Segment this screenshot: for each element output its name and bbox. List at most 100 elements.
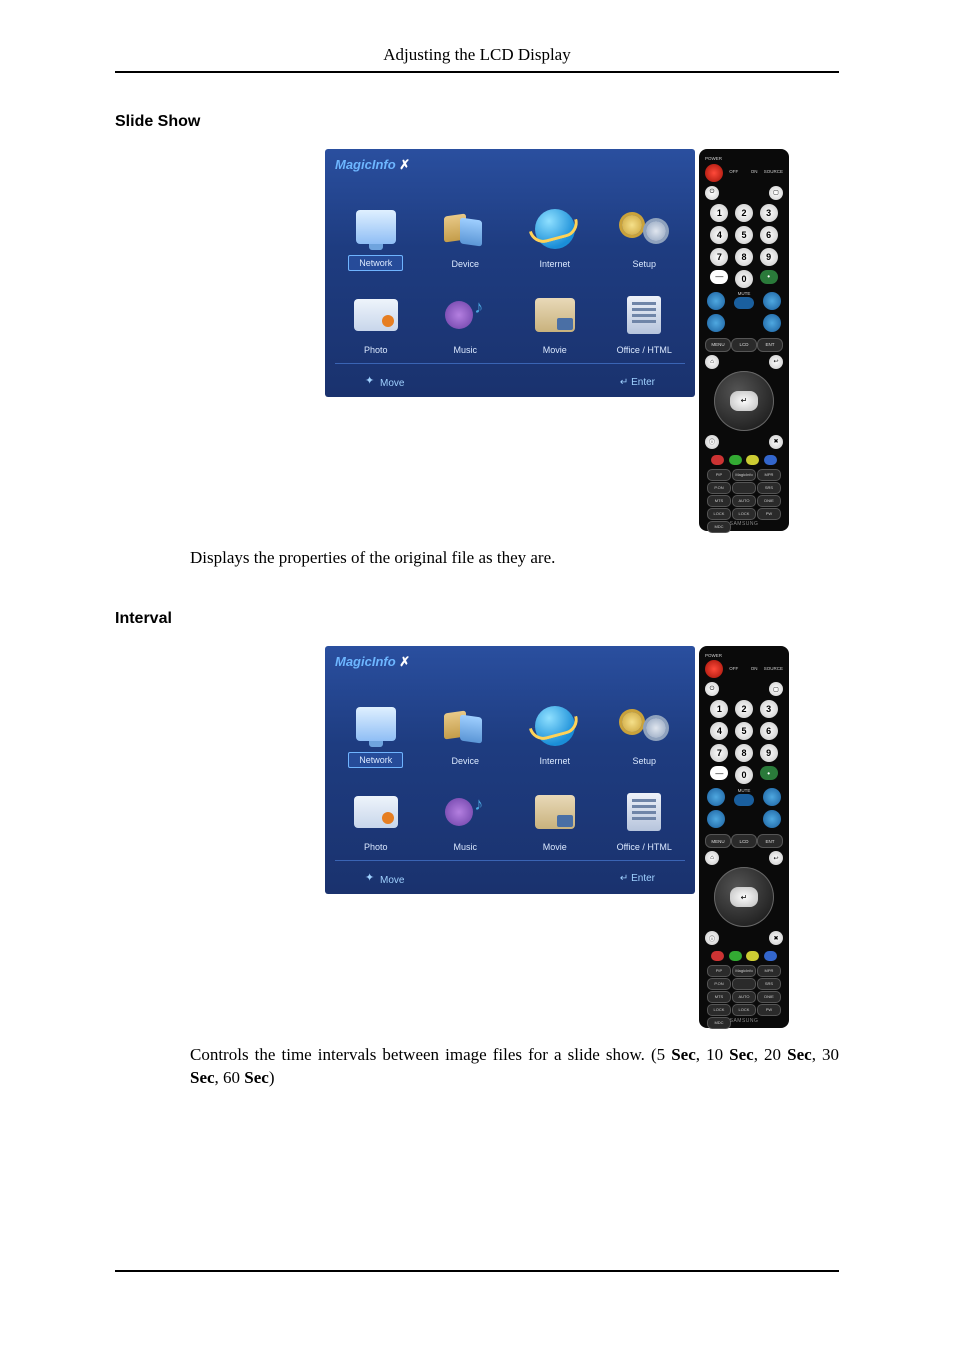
pip-button[interactable]: PIP [707,469,731,481]
corner-button-right[interactable]: ▢ [769,186,783,200]
pw-button[interactable]: PW [757,508,781,520]
blue-button[interactable] [764,455,777,465]
lcd-button[interactable]: LCD [731,834,757,848]
yellow-button[interactable] [746,455,759,465]
ch-down-button[interactable] [707,314,725,332]
ch-down-button[interactable] [707,810,725,828]
exit-button[interactable]: ✖ [769,931,783,945]
green-button[interactable] [729,951,742,961]
tile-movie[interactable]: Movie [514,273,596,357]
tile-internet[interactable]: Internet [514,187,596,271]
num-2-button[interactable]: 2 [735,204,753,222]
num-5-button[interactable]: 5 [735,722,753,740]
num-4-button[interactable]: 4 [710,722,728,740]
vol-down-button[interactable] [707,788,725,806]
srs-button[interactable]: SRS [757,482,781,494]
dnie-button[interactable]: DNIE [757,991,781,1003]
mpr-button[interactable]: MPR [757,469,781,481]
mts-button[interactable]: MTS [707,991,731,1003]
tile-photo[interactable]: Photo [335,273,417,357]
num-6-button[interactable]: 6 [760,722,778,740]
pip-button[interactable]: PIP [707,965,731,977]
green-button[interactable] [729,455,742,465]
ch-up-button[interactable] [763,810,781,828]
corner-button-left[interactable]: ⏻ [705,682,719,696]
pw-button[interactable]: PW [757,1004,781,1016]
dpad-enter-button[interactable]: ↵ [730,391,758,411]
tile-music[interactable]: Music [425,273,507,357]
tile-network[interactable]: Network [335,684,417,768]
num-0-button[interactable]: 0 [735,270,753,288]
corner-button-right[interactable]: ▢ [769,682,783,696]
blank-button[interactable] [732,978,756,990]
dpad[interactable]: ↵ [714,867,774,927]
ent-button[interactable]: ENT [757,834,783,848]
lock-button[interactable]: LOCK [707,508,731,520]
green-pill-button[interactable]: • [760,766,778,780]
mute-button[interactable] [734,297,754,309]
dpad-enter-button[interactable]: ↵ [730,887,758,907]
exit-button[interactable]: ✖ [769,435,783,449]
tile-internet[interactable]: Internet [514,684,596,768]
vol-down-button[interactable] [707,292,725,310]
ch-up-button[interactable] [763,314,781,332]
red-button[interactable] [711,951,724,961]
menu-button[interactable]: MENU [705,338,731,352]
tile-setup[interactable]: Setup [604,684,686,768]
dnie-button[interactable]: DNIE [757,495,781,507]
pon-button[interactable]: P.ON [707,978,731,990]
tile-music[interactable]: Music [425,770,507,854]
red-button[interactable] [711,455,724,465]
blank-button[interactable] [732,482,756,494]
lock2-button[interactable]: LOCK [732,1004,756,1016]
info-button[interactable]: ⓘ [705,931,719,945]
magicinfo-button[interactable]: MagicInfo [732,469,756,481]
auto-button[interactable]: AUTO [732,495,756,507]
num-5-button[interactable]: 5 [735,226,753,244]
num-7-button[interactable]: 7 [710,744,728,762]
tile-setup[interactable]: Setup [604,187,686,271]
ent-button[interactable]: ENT [757,338,783,352]
lcd-button[interactable]: LCD [731,338,757,352]
pon-button[interactable]: P.ON [707,482,731,494]
dpad[interactable]: ↵ [714,371,774,431]
return-side-button[interactable]: ↩ [769,851,783,865]
tile-movie[interactable]: Movie [514,770,596,854]
num-4-button[interactable]: 4 [710,226,728,244]
num-1-button[interactable]: 1 [710,700,728,718]
menu-button[interactable]: MENU [705,834,731,848]
tile-photo[interactable]: Photo [335,770,417,854]
blue-button[interactable] [764,951,777,961]
num-2-button[interactable]: 2 [735,700,753,718]
dash-button[interactable]: — [710,270,728,284]
tile-network[interactable]: Network [335,187,417,271]
dash-button[interactable]: — [710,766,728,780]
num-9-button[interactable]: 9 [760,248,778,266]
num-7-button[interactable]: 7 [710,248,728,266]
tile-device[interactable]: Device [425,684,507,768]
power-button[interactable] [705,164,723,182]
menu-side-button[interactable]: ⌂ [705,851,719,865]
num-9-button[interactable]: 9 [760,744,778,762]
power-button[interactable] [705,660,723,678]
menu-side-button[interactable]: ⌂ [705,355,719,369]
num-3-button[interactable]: 3 [760,700,778,718]
yellow-button[interactable] [746,951,759,961]
num-0-button[interactable]: 0 [735,766,753,784]
mts-button[interactable]: MTS [707,495,731,507]
num-8-button[interactable]: 8 [735,248,753,266]
num-8-button[interactable]: 8 [735,744,753,762]
return-side-button[interactable]: ↩ [769,355,783,369]
tile-office[interactable]: Office / HTML [604,273,686,357]
srs-button[interactable]: SRS [757,978,781,990]
vol-up-button[interactable] [763,292,781,310]
vol-up-button[interactable] [763,788,781,806]
corner-button-left[interactable]: ⏻ [705,186,719,200]
tile-office[interactable]: Office / HTML [604,770,686,854]
num-1-button[interactable]: 1 [710,204,728,222]
lock-button[interactable]: LOCK [707,1004,731,1016]
num-6-button[interactable]: 6 [760,226,778,244]
lock2-button[interactable]: LOCK [732,508,756,520]
magicinfo-button[interactable]: MagicInfo [732,965,756,977]
auto-button[interactable]: AUTO [732,991,756,1003]
